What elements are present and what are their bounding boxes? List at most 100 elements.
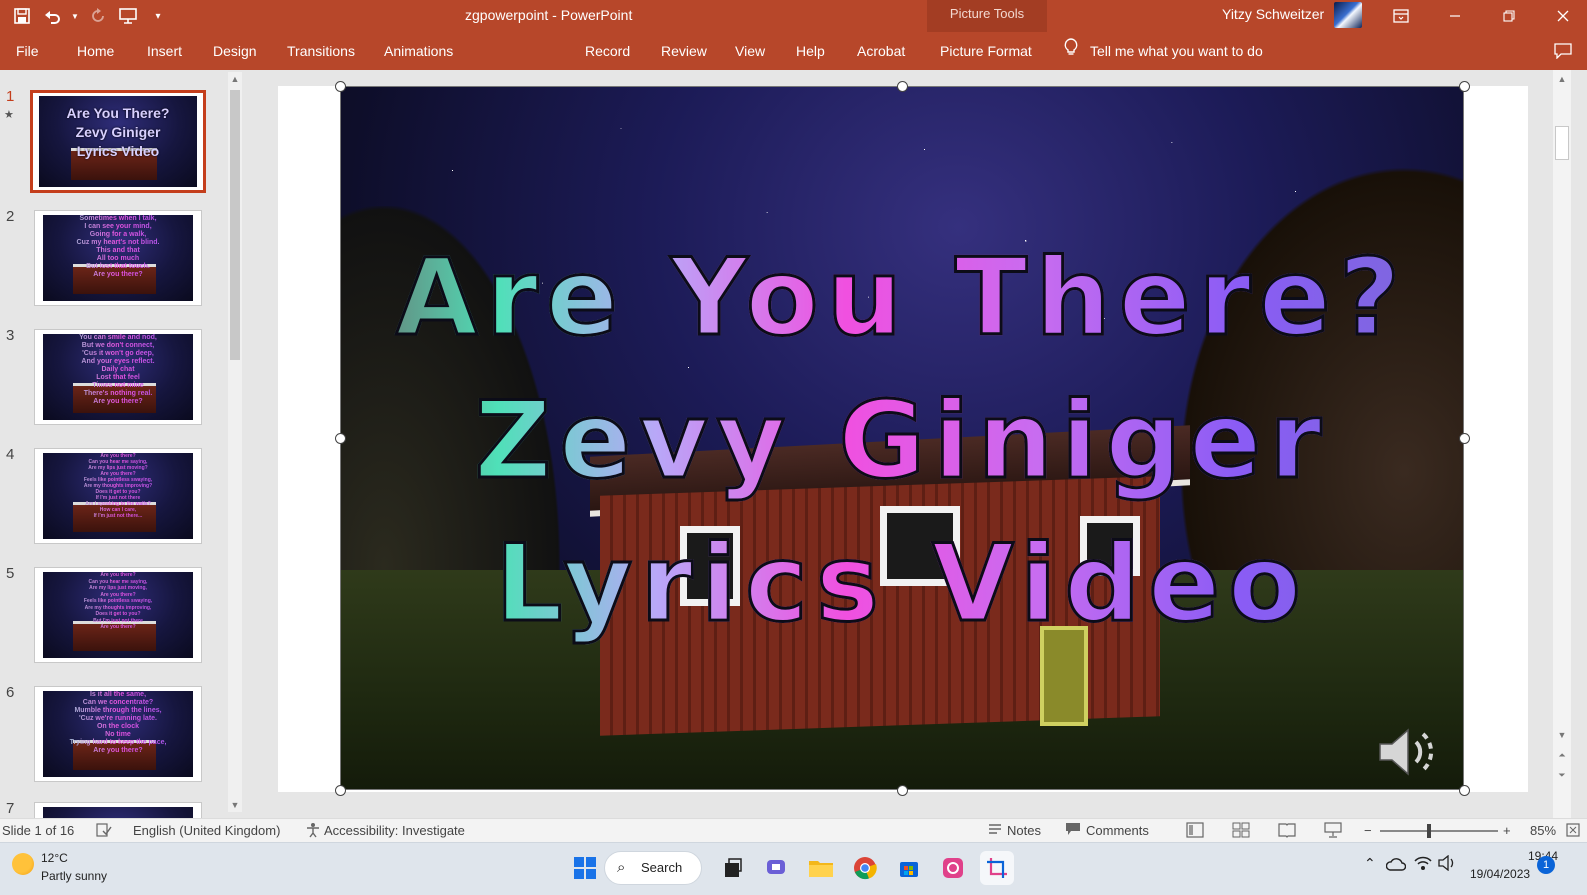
tab-design[interactable]: Design xyxy=(211,32,259,70)
microsoft-store-icon[interactable] xyxy=(892,851,926,885)
slide-thumbnail[interactable]: Sometimes when I talk, I can see your mi… xyxy=(34,210,202,306)
spelling-icon[interactable] xyxy=(96,822,112,841)
volume-icon[interactable] xyxy=(1438,854,1456,874)
undo-icon[interactable] xyxy=(40,4,64,28)
thumbnail-slide-2[interactable]: 2 Sometimes when I talk, I can see your … xyxy=(0,208,220,318)
accessibility-status[interactable]: Accessibility: Investigate xyxy=(324,823,465,838)
scrollbar-thumb[interactable] xyxy=(230,90,240,360)
notification-badge[interactable]: 1 xyxy=(1537,856,1555,874)
resize-handle-bottom[interactable] xyxy=(897,785,908,796)
resize-handle-bottom-right[interactable] xyxy=(1459,785,1470,796)
photo-app-icon[interactable] xyxy=(936,851,970,885)
scroll-up-icon[interactable]: ▲ xyxy=(1555,72,1569,86)
zoom-slider-thumb[interactable] xyxy=(1427,824,1431,838)
show-hidden-icons-icon[interactable]: ⌃ xyxy=(1364,855,1376,872)
onedrive-icon[interactable] xyxy=(1385,857,1407,874)
undo-dropdown-icon[interactable]: ▼ xyxy=(70,4,80,28)
resize-handle-left[interactable] xyxy=(335,433,346,444)
zoom-slider[interactable] xyxy=(1380,830,1498,832)
close-icon[interactable] xyxy=(1540,0,1586,32)
tab-review[interactable]: Review xyxy=(659,32,709,70)
thumbnail-scrollbar[interactable]: ▲ ▼ xyxy=(228,72,242,812)
slide-counter[interactable]: Slide 1 of 16 xyxy=(2,823,74,838)
resize-handle-bottom-left[interactable] xyxy=(335,785,346,796)
slide-thumbnail[interactable]: Are you there? Can you hear me saying, A… xyxy=(34,567,202,663)
audio-speaker-icon[interactable] xyxy=(1376,724,1446,780)
start-icon[interactable] xyxy=(568,851,602,885)
zoom-out-icon[interactable]: − xyxy=(1364,823,1372,838)
file-explorer-icon[interactable] xyxy=(804,851,838,885)
thumbnail-slide-5[interactable]: 5 Are you there? Can you hear me saying,… xyxy=(0,565,220,675)
slide-thumbnail[interactable]: Are You There? Zevy Giniger Lyrics Video xyxy=(30,90,206,193)
thumbnail-slide-1[interactable]: 1 ★ Are You There? Zevy Giniger Lyrics V… xyxy=(0,88,220,198)
tab-home[interactable]: Home xyxy=(75,32,116,70)
tab-help[interactable]: Help xyxy=(794,32,827,70)
zoom-level[interactable]: 85% xyxy=(1530,823,1556,838)
save-icon[interactable] xyxy=(10,4,34,28)
slide-thumbnail[interactable]: You can smile and nod, But we don't conn… xyxy=(34,329,202,425)
clock-date[interactable]: 19/04/2023 xyxy=(1470,867,1530,881)
slide-thumbnail[interactable] xyxy=(34,802,202,818)
scroll-down-icon[interactable]: ▼ xyxy=(228,798,242,812)
user-name[interactable]: Yitzy Schweitzer xyxy=(1222,6,1324,22)
reading-view-icon[interactable] xyxy=(1278,822,1296,841)
slide-thumbnail[interactable]: Are you there? Can you hear me saying, A… xyxy=(34,448,202,544)
tab-record[interactable]: Record xyxy=(583,32,632,70)
resize-handle-right[interactable] xyxy=(1459,433,1470,444)
slide-background-picture[interactable]: Are You There? Zevy Giniger Lyrics Video xyxy=(340,86,1464,790)
comments-button[interactable]: Comments xyxy=(1086,823,1149,838)
normal-view-icon[interactable] xyxy=(1186,822,1204,841)
previous-slide-icon[interactable]: ⏶ xyxy=(1555,748,1569,762)
thumbnail-slide-6[interactable]: 6 Is it all the same, Can we concentrate… xyxy=(0,684,220,794)
thumbnail-slide-7[interactable]: 7 xyxy=(0,800,220,818)
snipping-tool-icon[interactable] xyxy=(980,851,1014,885)
slideshow-icon[interactable] xyxy=(1324,822,1342,841)
tab-file[interactable]: File xyxy=(14,32,41,70)
tab-insert[interactable]: Insert xyxy=(145,32,184,70)
fit-to-window-icon[interactable] xyxy=(1566,823,1580,840)
slide-thumbnail[interactable]: Is it all the same, Can we concentrate? … xyxy=(34,686,202,782)
slide-title[interactable]: Are You There? Zevy Giniger Lyrics Video xyxy=(340,226,1464,655)
chrome-icon[interactable] xyxy=(848,851,882,885)
weather-temperature[interactable]: 12°C xyxy=(41,851,68,865)
tab-picture-format[interactable]: Picture Format xyxy=(938,32,1034,70)
slide-scrollbar[interactable]: ▲ ▼ ⏶ ⏷ xyxy=(1553,70,1571,818)
thumbnail-slide-3[interactable]: 3 You can smile and nod, But we don't co… xyxy=(0,327,220,437)
comments-pane-icon[interactable] xyxy=(1540,32,1586,70)
customize-toolbar-icon[interactable]: ▾ xyxy=(146,4,170,28)
notes-icon[interactable] xyxy=(988,822,1002,839)
tab-transitions[interactable]: Transitions xyxy=(285,32,357,70)
next-slide-icon[interactable]: ⏷ xyxy=(1555,768,1569,782)
taskbar-search[interactable]: ⌕ Search xyxy=(604,851,702,885)
minimize-icon[interactable] xyxy=(1432,0,1478,32)
resize-handle-top-left[interactable] xyxy=(335,81,346,92)
language-indicator[interactable]: English (United Kingdom) xyxy=(133,823,280,838)
resize-handle-top[interactable] xyxy=(897,81,908,92)
restore-icon[interactable] xyxy=(1486,0,1532,32)
wifi-icon[interactable] xyxy=(1414,855,1432,874)
scroll-up-icon[interactable]: ▲ xyxy=(228,72,242,86)
slide-canvas[interactable]: Are You There? Zevy Giniger Lyrics Video xyxy=(278,81,1528,796)
resize-handle-top-right[interactable] xyxy=(1459,81,1470,92)
thumbnail-slide-4[interactable]: 4 Are you there? Can you hear me saying,… xyxy=(0,446,220,556)
slide-sorter-icon[interactable] xyxy=(1232,822,1250,841)
tab-view[interactable]: View xyxy=(733,32,767,70)
notes-button[interactable]: Notes xyxy=(1007,823,1041,838)
accessibility-icon[interactable] xyxy=(305,822,321,841)
scroll-down-icon[interactable]: ▼ xyxy=(1555,728,1569,742)
redo-icon[interactable] xyxy=(86,4,110,28)
tab-acrobat[interactable]: Acrobat xyxy=(855,32,907,70)
comments-icon[interactable] xyxy=(1065,822,1081,839)
tell-me-search[interactable]: Tell me what you want to do xyxy=(1064,32,1263,70)
slide-number: 5 xyxy=(6,565,15,582)
weather-icon[interactable] xyxy=(12,853,34,875)
scrollbar-thumb[interactable] xyxy=(1555,126,1569,160)
weather-description[interactable]: Partly sunny xyxy=(41,869,107,883)
tab-animations[interactable]: Animations xyxy=(382,32,455,70)
task-view-icon[interactable] xyxy=(716,851,750,885)
zoom-in-icon[interactable]: + xyxy=(1503,823,1511,838)
slideshow-from-start-icon[interactable] xyxy=(116,4,140,28)
avatar[interactable] xyxy=(1334,2,1362,28)
ribbon-display-options-icon[interactable] xyxy=(1378,0,1424,32)
teams-chat-icon[interactable] xyxy=(760,851,794,885)
